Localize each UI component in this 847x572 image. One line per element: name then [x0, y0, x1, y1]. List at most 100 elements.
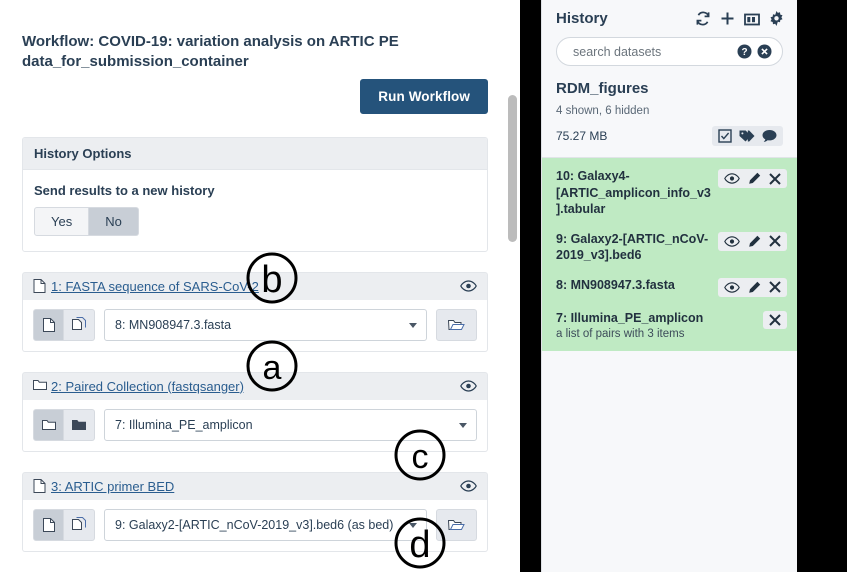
history-item-counts: 4 shown, 6 hidden — [556, 105, 650, 117]
list-item[interactable]: 9: Galaxy2-[ARTIC_nCoV-2019_v3].bed6 — [542, 223, 797, 269]
workflow-step-3-mode-toggle[interactable] — [33, 508, 95, 541]
run-workflow-button[interactable]: Run Workflow — [360, 78, 488, 114]
eye-icon[interactable] — [724, 173, 740, 184]
single-dataset-icon[interactable] — [33, 308, 64, 341]
chevron-down-icon — [409, 522, 417, 528]
delete-icon[interactable] — [769, 235, 781, 247]
workflow-step-3-label[interactable]: 3: ARTIC primer BED — [51, 479, 174, 494]
dataset-text: 9: Galaxy2-[ARTIC_nCoV-2019_v3].bed6 — [556, 231, 718, 264]
workflow-step-1-selected-value: 8: MN908947.3.fasta — [115, 317, 232, 332]
app-root: Workflow: COVID-19: variation analysis o… — [0, 0, 847, 572]
workflow-step-3-body: 9: Galaxy2-[ARTIC_nCoV-2019_v3].bed6 (as… — [22, 499, 488, 552]
gear-icon[interactable] — [769, 11, 784, 26]
send-to-new-history-toggle[interactable]: Yes No — [34, 206, 139, 236]
workflow-step-2: 2: Paired Collection (fastqsanger) 7: Il… — [22, 371, 488, 452]
dataset-title[interactable]: 10: Galaxy4-[ARTIC_amplicon_info_v3].tab… — [556, 168, 712, 218]
multiple-collections-icon[interactable] — [64, 408, 95, 441]
workflow-step-3-header: 3: ARTIC primer BED — [22, 471, 488, 500]
folder-icon — [33, 379, 47, 393]
workflow-step-1-browse-button[interactable] — [436, 308, 477, 341]
workflow-step-2-header: 2: Paired Collection (fastqsanger) — [22, 371, 488, 400]
workflow-step-2-selected-value: 7: Illumina_PE_amplicon — [115, 417, 253, 432]
dataset-collection-icon[interactable] — [33, 408, 64, 441]
eye-icon[interactable] — [460, 380, 477, 392]
history-title: History — [556, 10, 608, 27]
dataset-text: 8: MN908947.3.fasta — [556, 277, 718, 294]
workflow-step-1-mode-toggle[interactable] — [33, 308, 95, 341]
dataset-title[interactable]: 9: Galaxy2-[ARTIC_nCoV-2019_v3].bed6 — [556, 231, 712, 264]
columns-icon[interactable] — [744, 12, 760, 26]
tags-icon[interactable] — [739, 129, 755, 143]
file-icon — [33, 479, 46, 493]
list-item[interactable]: 10: Galaxy4-[ARTIC_amplicon_info_v3].tab… — [542, 160, 797, 223]
history-name[interactable]: RDM_figures — [556, 80, 783, 97]
file-icon — [33, 279, 46, 293]
pencil-icon[interactable] — [748, 281, 761, 294]
eye-icon[interactable] — [724, 235, 740, 247]
list-item[interactable]: 8: MN908947.3.fasta — [542, 269, 797, 302]
dataset-text: 10: Galaxy4-[ARTIC_amplicon_info_v3].tab… — [556, 168, 718, 218]
history-size-row: 75.27 MB — [556, 126, 783, 146]
annotation-icon[interactable] — [762, 129, 777, 143]
history-panel: History ? — [541, 0, 797, 572]
single-dataset-icon[interactable] — [33, 508, 64, 541]
history-panel-header: History — [542, 0, 797, 33]
plus-icon[interactable] — [720, 11, 735, 26]
pencil-icon[interactable] — [748, 172, 761, 185]
history-dataset-list: 10: Galaxy4-[ARTIC_amplicon_info_v3].tab… — [542, 158, 797, 351]
multiple-datasets-icon[interactable] — [64, 508, 95, 541]
history-options-header: History Options — [23, 137, 487, 170]
help-icon[interactable]: ? — [737, 44, 752, 59]
dataset-actions — [718, 277, 787, 297]
refresh-icon[interactable] — [695, 11, 711, 26]
workflow-scrollbar-track[interactable] — [504, 0, 518, 572]
send-new-history-no[interactable]: No — [89, 206, 139, 236]
history-options-body: Send results to a new history Yes No — [23, 170, 487, 251]
workflow-step-3-browse-button[interactable] — [436, 508, 477, 541]
page-title: Workflow: COVID-19: variation analysis o… — [22, 33, 399, 71]
search-datasets-wrapper[interactable]: ? — [556, 37, 783, 66]
dataset-subtitle: a list of pairs with 3 items — [556, 328, 685, 340]
workflow-step-2-label[interactable]: 2: Paired Collection (fastqsanger) — [51, 379, 244, 394]
dataset-title[interactable]: 7: Illumina_PE_amplicon — [556, 310, 757, 327]
delete-icon[interactable] — [769, 172, 781, 185]
workflow-step-3-selected-value: 9: Galaxy2-[ARTIC_nCoV-2019_v3].bed6 (as… — [115, 517, 394, 532]
dataset-actions — [718, 231, 787, 251]
dataset-text: 7: Illumina_PE_amplicon a list of pairs … — [556, 310, 763, 341]
workflow-step-2-body: 7: Illumina_PE_amplicon — [22, 399, 488, 452]
pencil-icon[interactable] — [748, 235, 761, 248]
clear-icon[interactable] — [757, 44, 772, 59]
svg-text:?: ? — [741, 47, 747, 58]
workflow-step-1: 1: FASTA sequence of SARS-CoV-2 8: MN908… — [22, 271, 488, 352]
search-input[interactable] — [571, 43, 737, 60]
dataset-title[interactable]: 8: MN908947.3.fasta — [556, 277, 712, 294]
workflow-step-3-dataset-select[interactable]: 9: Galaxy2-[ARTIC_nCoV-2019_v3].bed6 (as… — [104, 508, 427, 541]
workflow-step-1-body: 8: MN908947.3.fasta — [22, 299, 488, 352]
search-input-icons: ? — [737, 44, 772, 59]
eye-icon[interactable] — [460, 280, 477, 292]
history-size: 75.27 MB — [556, 129, 608, 143]
workflow-step-2-collection-select[interactable]: 7: Illumina_PE_amplicon — [104, 408, 477, 441]
eye-icon[interactable] — [460, 480, 477, 492]
workflow-scrollbar-thumb[interactable] — [508, 95, 517, 242]
workflow-run-pane: Workflow: COVID-19: variation analysis o… — [0, 0, 520, 572]
delete-icon[interactable] — [769, 313, 781, 326]
history-badge-actions — [712, 126, 783, 146]
workflow-step-1-dataset-select[interactable]: 8: MN908947.3.fasta — [104, 308, 427, 341]
run-workflow-row: Run Workflow — [22, 78, 488, 114]
send-new-history-yes[interactable]: Yes — [34, 206, 90, 236]
workflow-step-1-label[interactable]: 1: FASTA sequence of SARS-CoV-2 — [51, 279, 259, 294]
history-options-card: History Options Send results to a new hi… — [22, 136, 488, 252]
workflow-content: Workflow: COVID-19: variation analysis o… — [0, 0, 510, 572]
multiple-datasets-icon[interactable] — [64, 308, 95, 341]
workflow-step-2-mode-toggle[interactable] — [33, 408, 95, 441]
list-item[interactable]: 7: Illumina_PE_amplicon a list of pairs … — [542, 302, 797, 346]
dataset-actions — [763, 310, 787, 329]
workflow-step-3: 3: ARTIC primer BED 9: Galaxy2-[ARTIC_nC… — [22, 471, 488, 552]
chevron-down-icon — [459, 422, 467, 428]
eye-icon[interactable] — [724, 281, 740, 293]
dataset-actions — [718, 169, 787, 188]
delete-icon[interactable] — [769, 281, 781, 293]
chevron-down-icon — [409, 322, 417, 328]
select-items-icon[interactable] — [718, 129, 732, 143]
